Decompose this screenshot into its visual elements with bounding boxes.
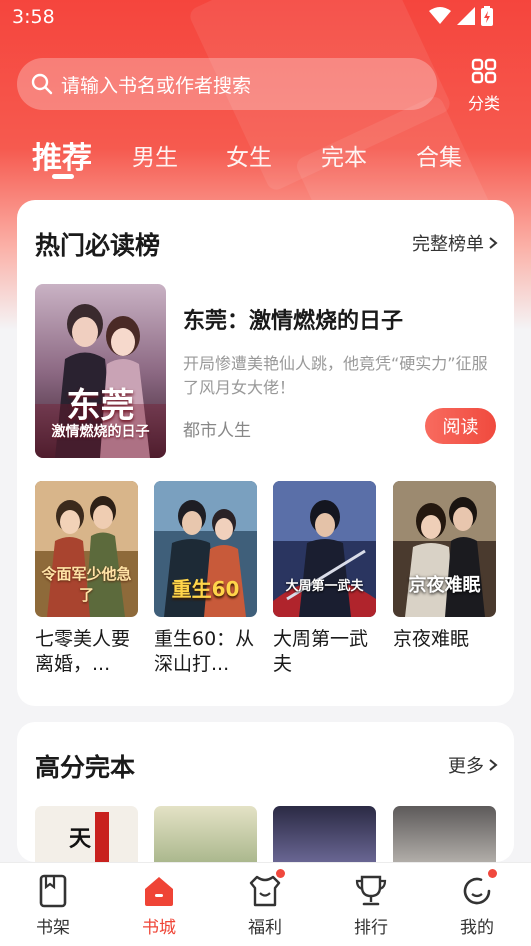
nav-bookshelf[interactable]: 书架 <box>0 863 106 946</box>
book-item[interactable]: 京夜难眠 京夜难眠 <box>393 481 496 652</box>
book-cover-text: 令面军少他急了 <box>41 565 132 604</box>
nav-welfare[interactable]: 福利 <box>212 863 318 946</box>
tab-recommend[interactable]: 推荐 <box>32 133 92 177</box>
book-cover-text: 京夜难眠 <box>408 575 481 596</box>
hot-section-title: 热门必读榜 <box>35 231 161 260</box>
book-item[interactable]: 大周第一武夫 大周第一武夫 <box>273 481 376 677</box>
grid-icon <box>471 58 497 84</box>
nav-bookstore[interactable]: 书城 <box>106 863 212 946</box>
complete-book-cover[interactable]: 天 <box>35 806 138 866</box>
hot-section-card: 热门必读榜 完整榜单 东莞 激情燃烧的日子 东莞：激情燃烧的日子 开局惨遭美艳仙… <box>17 200 514 706</box>
bookshelf-icon <box>39 874 67 908</box>
notification-dot <box>488 869 497 878</box>
book-cover: 京夜难眠 <box>393 481 496 617</box>
book-item[interactable]: 重生60 重生60：从深山打... <box>154 481 257 677</box>
status-icons <box>429 6 493 26</box>
complete-book-cover[interactable] <box>273 806 376 866</box>
wifi-icon <box>429 7 451 24</box>
tab-bar: 推荐 男生 女生 完本 合集 <box>0 130 531 186</box>
complete-book-cover[interactable] <box>154 806 257 866</box>
home-icon <box>145 877 173 906</box>
book-title: 大周第一武夫 <box>273 628 369 675</box>
featured-cover-title: 东莞 <box>66 386 135 426</box>
trophy-icon <box>355 875 387 906</box>
search-icon <box>31 73 53 95</box>
tab-female[interactable]: 女生 <box>226 138 272 172</box>
profile-icon <box>463 877 491 905</box>
book-cover: 大周第一武夫 <box>273 481 376 617</box>
chevron-right-icon <box>489 759 498 771</box>
status-time: 3:58 <box>12 6 55 28</box>
tab-complete[interactable]: 完本 <box>321 138 367 172</box>
bottom-navigation: 书架 书城 福利 排行 我的 <box>0 862 531 946</box>
notification-dot <box>276 869 285 878</box>
complete-book-cover[interactable] <box>393 806 496 866</box>
book-cover: 令面军少他急了 <box>35 481 138 617</box>
search-placeholder: 请输入书名或作者搜索 <box>61 74 252 97</box>
book-item[interactable]: 令面军少他急了 七零美人要离婚，... <box>35 481 138 677</box>
category-label: 分类 <box>467 94 500 113</box>
book-cover: 重生60 <box>154 481 257 617</box>
book-title: 七零美人要离婚，... <box>35 628 131 675</box>
gift-shirt-icon <box>249 875 281 907</box>
hot-section-more-link[interactable]: 完整榜单 <box>412 230 498 256</box>
nav-bookstore-label: 书城 <box>142 918 176 938</box>
complete-section-more-label: 更多 <box>448 756 484 777</box>
read-button[interactable]: 阅读 <box>425 408 496 444</box>
book-cover-text: 大周第一武夫 <box>285 579 364 594</box>
complete-section-title: 高分完本 <box>35 753 136 782</box>
nav-ranking-label: 排行 <box>354 918 388 938</box>
tab-collection[interactable]: 合集 <box>416 138 462 172</box>
signal-icon <box>457 7 475 25</box>
nav-welfare-label: 福利 <box>248 918 282 938</box>
featured-book-title[interactable]: 东莞：激情燃烧的日子 <box>183 303 403 335</box>
tab-indicator <box>52 174 74 179</box>
status-bar: 3:58 <box>0 0 531 34</box>
nav-profile[interactable]: 我的 <box>424 863 530 946</box>
nav-ranking[interactable]: 排行 <box>318 863 424 946</box>
featured-book-description: 开局惨遭美艳仙人跳，他竟凭“硬实力”征服了风月女大佬！ <box>183 354 488 397</box>
complete-section-more-link[interactable]: 更多 <box>448 752 498 778</box>
chevron-right-icon <box>489 237 498 249</box>
book-title: 京夜难眠 <box>393 628 470 650</box>
battery-icon <box>481 6 493 26</box>
nav-bookshelf-label: 书架 <box>36 918 70 938</box>
book-cover-text: 重生60 <box>171 577 240 601</box>
nav-profile-label: 我的 <box>460 918 494 938</box>
book-title: 重生60：从深山打... <box>154 628 255 675</box>
featured-book-genre: 都市人生 <box>183 421 251 441</box>
tab-male[interactable]: 男生 <box>132 138 178 172</box>
search-bar[interactable]: 请输入书名或作者搜索 <box>17 58 437 110</box>
svg-text:天: 天 <box>69 826 92 852</box>
hot-section-more-label: 完整榜单 <box>412 234 484 255</box>
featured-cover-subtitle: 激情燃烧的日子 <box>51 424 150 440</box>
featured-book-cover[interactable]: 东莞 激情燃烧的日子 <box>35 284 166 458</box>
complete-section-card: 高分完本 更多 天 <box>17 722 514 866</box>
category-button[interactable]: 分类 <box>462 58 506 114</box>
